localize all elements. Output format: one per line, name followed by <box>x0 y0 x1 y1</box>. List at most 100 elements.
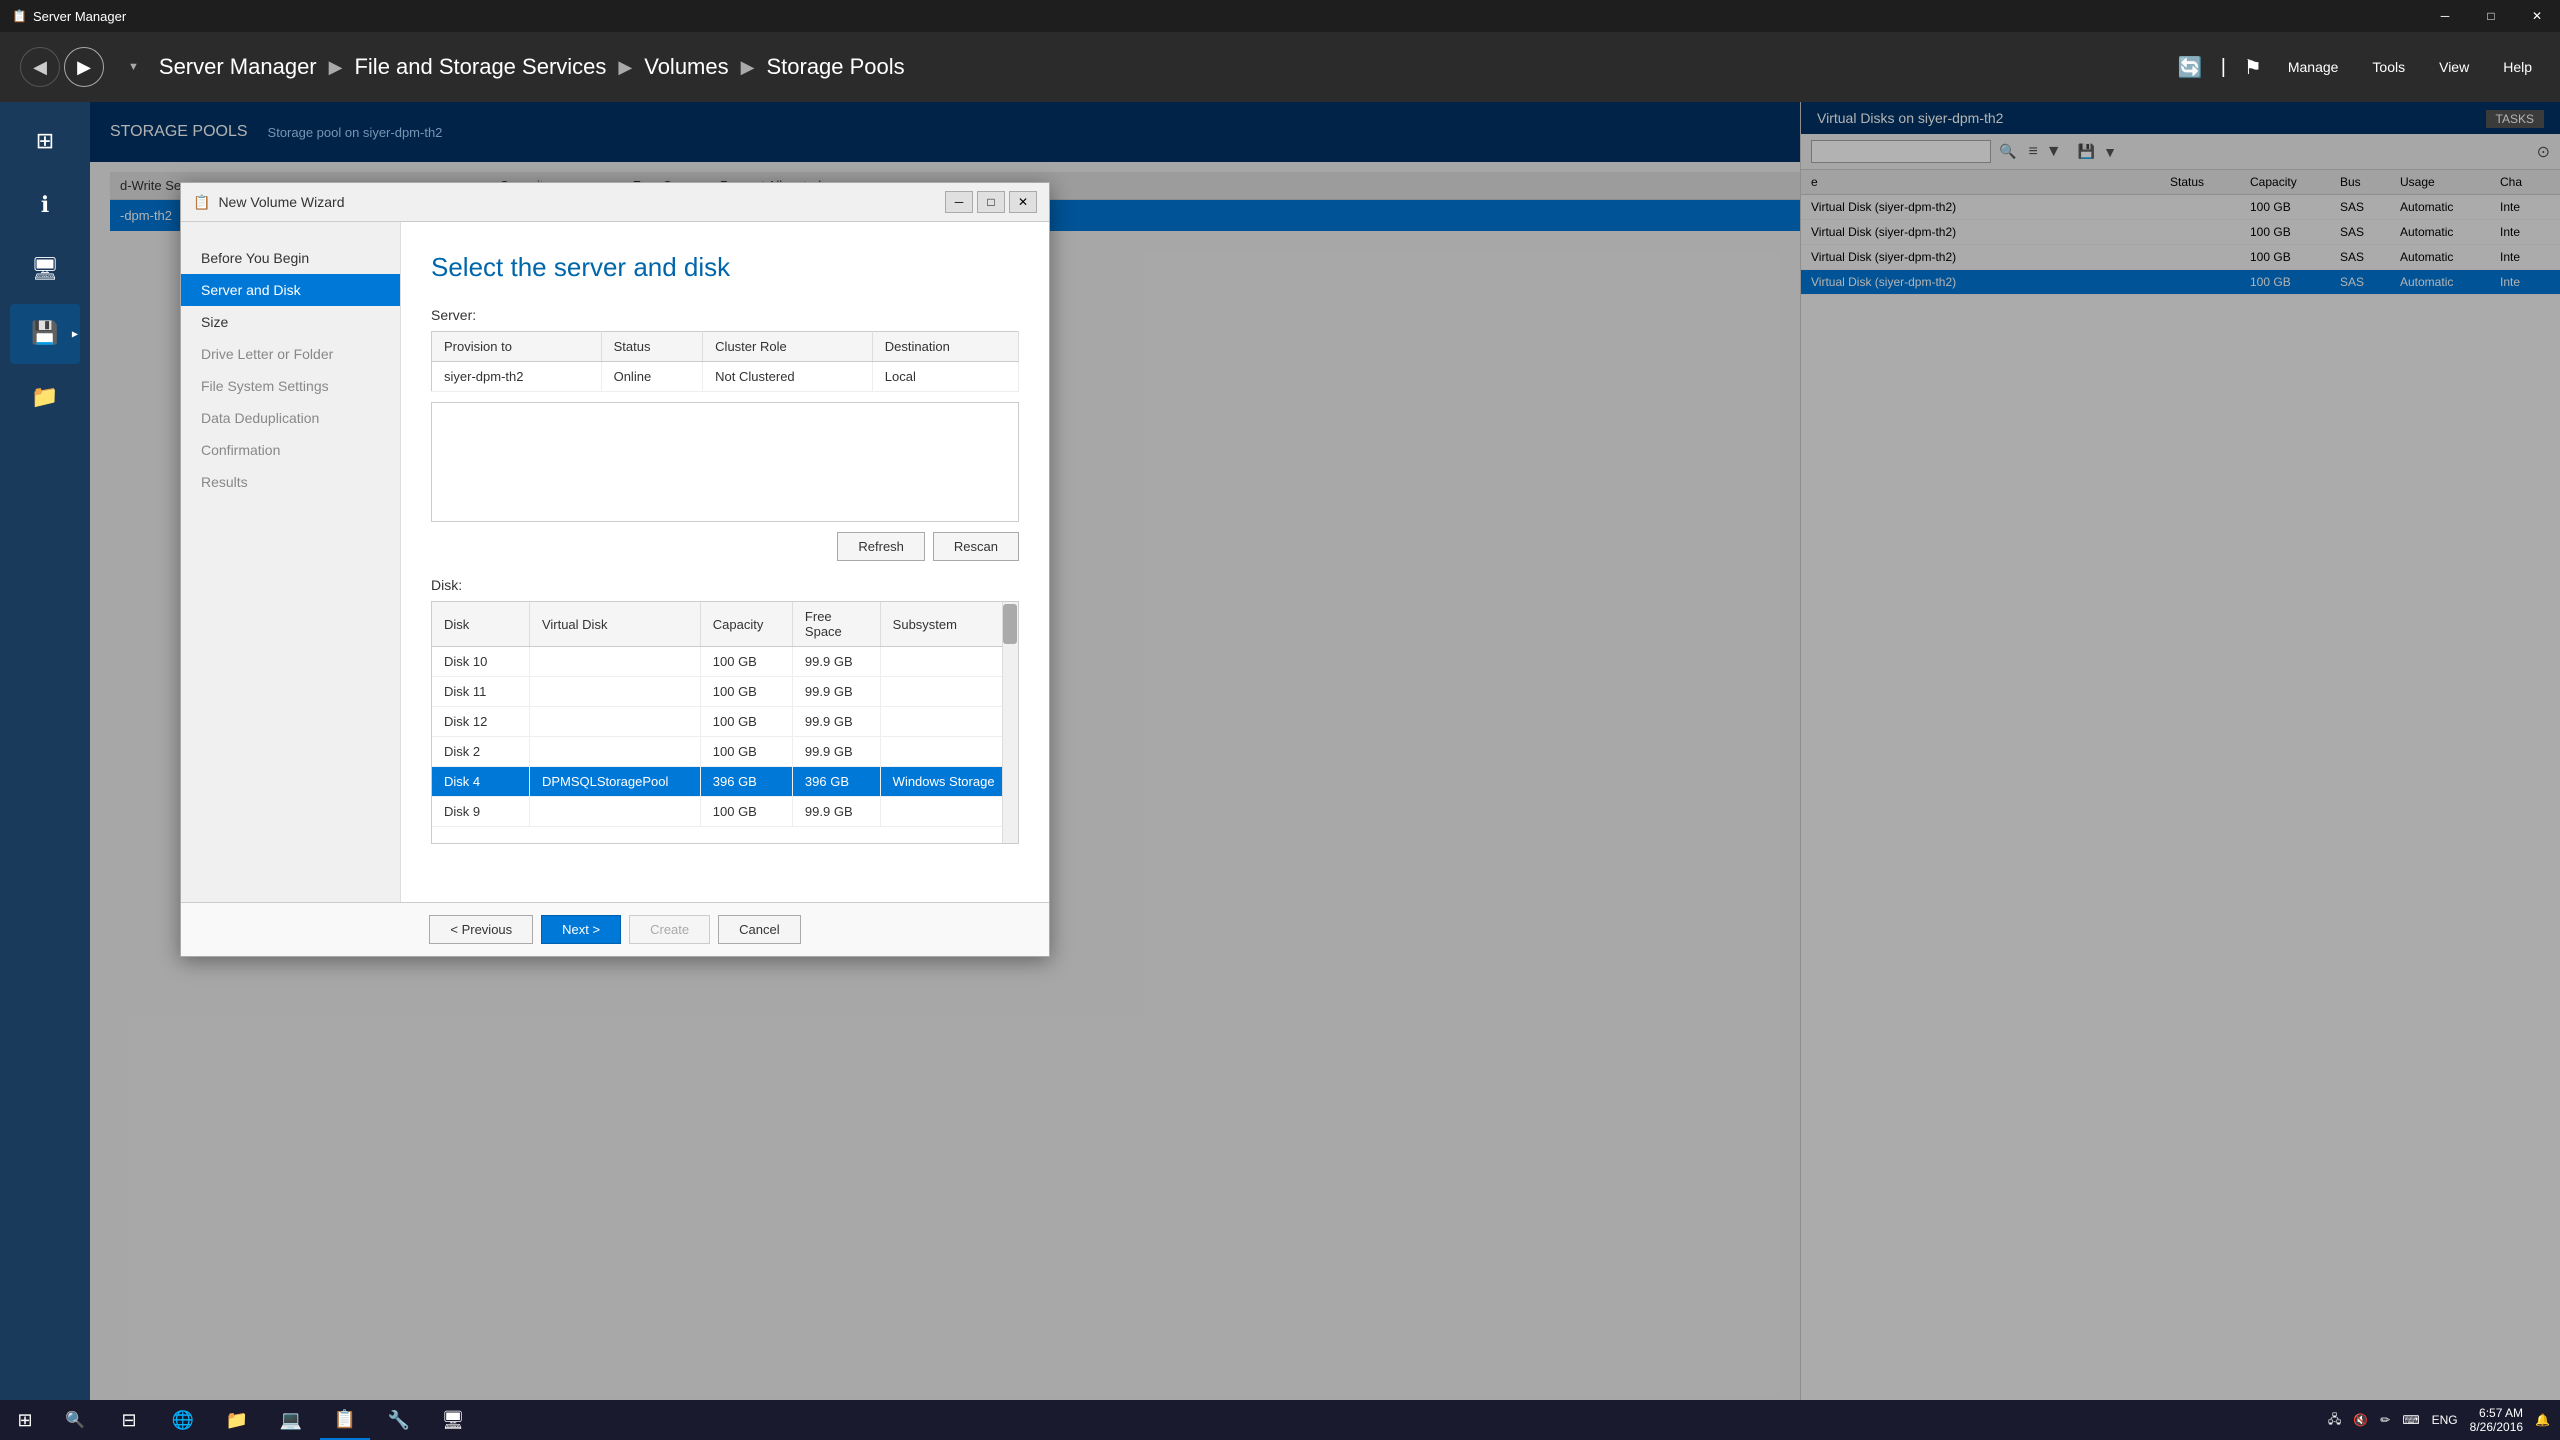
dialog-close-button[interactable]: ✕ <box>1009 191 1037 213</box>
wizard-nav-dedup[interactable]: Data Deduplication <box>181 402 400 434</box>
taskbar-item-explorer[interactable]: 📁 <box>212 1400 262 1440</box>
wizard-nav-size[interactable]: Size <box>181 306 400 338</box>
disk-table-container: Disk Virtual Disk Capacity Free Space Su… <box>431 601 1019 844</box>
files-icon: 📁 <box>31 384 58 410</box>
disk-cell-freespace: 99.9 GB <box>792 677 880 707</box>
refresh-button[interactable]: Refresh <box>837 532 925 561</box>
nav-back-buttons: ◀ ▶ <box>20 47 108 87</box>
flag-icon[interactable]: ⚑ <box>2244 55 2262 80</box>
nav-dropdown[interactable]: ▼ <box>128 61 139 73</box>
breadcrumb-part2[interactable]: File and Storage Services <box>354 54 606 80</box>
taskbar-item-servermanager[interactable]: 📋 <box>320 1400 370 1440</box>
wizard-nav-begin[interactable]: Before You Begin <box>181 242 400 274</box>
disk-cell-disk: Disk 11 <box>432 677 529 707</box>
disk-table-row[interactable]: Disk 12 100 GB 99.9 GB <box>432 707 1018 737</box>
minimize-button[interactable]: ─ <box>2422 0 2468 32</box>
wizard-main-title: Select the server and disk <box>431 252 1019 283</box>
disk-cell-virtualdisk <box>529 707 700 737</box>
sidebar-item-allservers[interactable]: 🖥 <box>10 240 80 300</box>
dialog-overlay: 📋 New Volume Wizard ─ □ ✕ Before You Beg… <box>90 102 2560 1400</box>
server-col-provision: Provision to <box>432 332 602 362</box>
help-menu[interactable]: Help <box>2495 55 2540 79</box>
volume-icon: 🔇 <box>2353 1413 2368 1427</box>
input-method-label: ENG <box>2432 1413 2458 1427</box>
sidebar-item-dashboard[interactable]: ⊞ <box>10 112 80 172</box>
sidebar-item-localserver[interactable]: ℹ <box>10 176 80 236</box>
refresh-icon[interactable]: 🔄 <box>2178 55 2203 80</box>
rescan-button[interactable]: Rescan <box>933 532 1019 561</box>
new-volume-wizard-dialog: 📋 New Volume Wizard ─ □ ✕ Before You Beg… <box>180 182 1050 957</box>
disk-table-row[interactable]: Disk 11 100 GB 99.9 GB <box>432 677 1018 707</box>
disk-cell-subsystem <box>880 707 1017 737</box>
nav-right-buttons: 🔄 | ⚑ Manage Tools View Help <box>2178 55 2540 80</box>
maximize-button[interactable]: □ <box>2468 0 2514 32</box>
main-layout: ⊞ ℹ 🖥 💾 📁 STORAGE POOLS Storage pool on … <box>0 102 2560 1400</box>
disk-col-capacity: Capacity <box>700 602 792 647</box>
forward-button[interactable]: ▶ <box>64 47 104 87</box>
breadcrumb-part3[interactable]: Volumes <box>644 54 728 80</box>
server-cell-cluster: Not Clustered <box>703 362 873 392</box>
taskbar-item-tool1[interactable]: 🔧 <box>374 1400 424 1440</box>
sidebar: ⊞ ℹ 🖥 💾 📁 <box>0 102 90 1400</box>
disk-table-row[interactable]: Disk 2 100 GB 99.9 GB <box>432 737 1018 767</box>
tools-menu[interactable]: Tools <box>2364 55 2413 79</box>
server-cell-provision: siyer-dpm-th2 <box>432 362 602 392</box>
wizard-nav-filesystem[interactable]: File System Settings <box>181 370 400 402</box>
disk-cell-subsystem: Windows Storage <box>880 767 1017 797</box>
taskbar-item-view[interactable]: ⊟ <box>104 1400 154 1440</box>
wizard-nav-driveletter[interactable]: Drive Letter or Folder <box>181 338 400 370</box>
window-controls: ─ □ ✕ <box>2422 0 2560 32</box>
disk-table-row[interactable]: Disk 9 100 GB 99.9 GB <box>432 797 1018 827</box>
server-section-label: Server: <box>431 307 1019 323</box>
disk-table-scrollbar[interactable] <box>1002 602 1018 843</box>
dialog-content: Before You Begin Server and Disk Size Dr… <box>181 222 1049 902</box>
scrollbar-thumb[interactable] <box>1003 604 1017 644</box>
view-menu[interactable]: View <box>2431 55 2477 79</box>
wizard-nav-results[interactable]: Results <box>181 466 400 498</box>
breadcrumb-sep1: ▶ <box>329 57 343 78</box>
notification-icon[interactable]: 🔔 <box>2535 1413 2550 1427</box>
disk-cell-freespace: 99.9 GB <box>792 797 880 827</box>
disk-cell-freespace: 99.9 GB <box>792 647 880 677</box>
server-table-row[interactable]: siyer-dpm-th2 Online Not Clustered Local <box>432 362 1019 392</box>
disk-col-subsystem: Subsystem <box>880 602 1017 647</box>
disk-cell-virtualdisk <box>529 677 700 707</box>
sidebar-item-storage[interactable]: 💾 <box>10 304 80 364</box>
taskbar-search-button[interactable]: 🔍 <box>50 1400 100 1440</box>
breadcrumb: Server Manager ▶ File and Storage Servic… <box>159 54 2178 80</box>
manage-menu[interactable]: Manage <box>2280 55 2347 79</box>
create-button[interactable]: Create <box>629 915 710 944</box>
cancel-button[interactable]: Cancel <box>718 915 800 944</box>
server-col-status: Status <box>601 332 703 362</box>
dialog-title-icon: 📋 <box>193 194 210 211</box>
wizard-nav: Before You Begin Server and Disk Size Dr… <box>181 222 401 902</box>
wizard-nav-confirmation[interactable]: Confirmation <box>181 434 400 466</box>
taskbar-item-tool2[interactable]: 🖥 <box>428 1400 478 1440</box>
disk-cell-subsystem <box>880 797 1017 827</box>
dialog-maximize-button[interactable]: □ <box>977 191 1005 213</box>
back-button[interactable]: ◀ <box>20 47 60 87</box>
dialog-minimize-button[interactable]: ─ <box>945 191 973 213</box>
app-title: Server Manager <box>33 9 126 24</box>
disk-table-row[interactable]: Disk 4 DPMSQLStoragePool 396 GB 396 GB W… <box>432 767 1018 797</box>
wizard-nav-server-disk[interactable]: Server and Disk <box>181 274 400 306</box>
dialog-title-bar: 📋 New Volume Wizard ─ □ ✕ <box>181 183 1049 222</box>
previous-button[interactable]: < Previous <box>429 915 533 944</box>
disk-cell-freespace: 396 GB <box>792 767 880 797</box>
next-button[interactable]: Next > <box>541 915 621 944</box>
disk-cell-subsystem <box>880 677 1017 707</box>
disk-cell-freespace: 99.9 GB <box>792 737 880 767</box>
breadcrumb-part4[interactable]: Storage Pools <box>766 54 904 80</box>
sidebar-item-files[interactable]: 📁 <box>10 368 80 428</box>
start-button[interactable]: ⊞ <box>0 1400 50 1440</box>
close-button[interactable]: ✕ <box>2514 0 2560 32</box>
breadcrumb-part1[interactable]: Server Manager <box>159 54 317 80</box>
taskbar-item-cmd[interactable]: 💻 <box>266 1400 316 1440</box>
disk-cell-virtualdisk <box>529 797 700 827</box>
server-table-empty-area <box>431 402 1019 522</box>
disk-table-row[interactable]: Disk 10 100 GB 99.9 GB <box>432 647 1018 677</box>
disk-table: Disk Virtual Disk Capacity Free Space Su… <box>432 602 1018 827</box>
disk-cell-subsystem <box>880 737 1017 767</box>
taskbar-item-ie[interactable]: 🌐 <box>158 1400 208 1440</box>
dialog-footer: < Previous Next > Create Cancel <box>181 902 1049 956</box>
